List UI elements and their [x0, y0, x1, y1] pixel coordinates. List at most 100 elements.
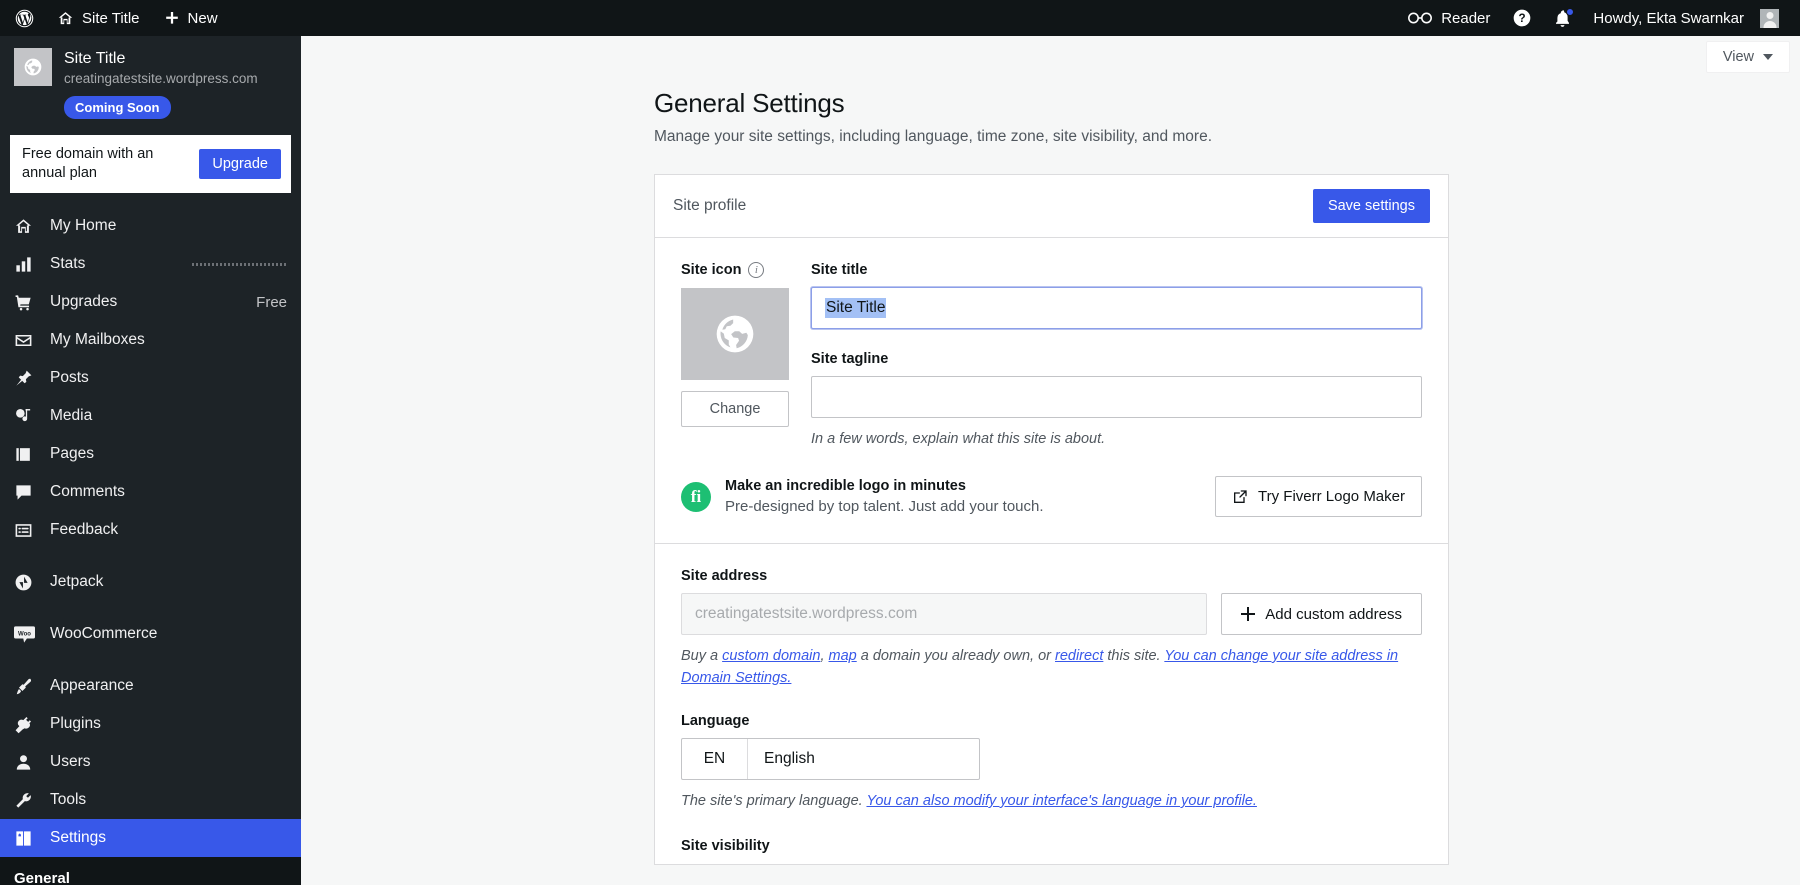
masterbar-new-button[interactable]: New [152, 0, 230, 36]
page-subtitle: Manage your site settings, including lan… [654, 128, 1800, 146]
menu-divider [0, 653, 301, 667]
sidebar-item-my-home[interactable]: My Home [0, 207, 301, 245]
view-dropdown-button[interactable]: View [1706, 41, 1790, 73]
settings-page: General Settings Manage your site settin… [301, 36, 1800, 865]
sidebar-item-settings[interactable]: Settings [0, 819, 301, 857]
masterbar-right: Reader ? Howdy, Ekta [1396, 0, 1800, 36]
jetpack-icon [14, 573, 42, 592]
feedback-icon [14, 521, 42, 540]
try-fiverr-logo-maker-button[interactable]: Try Fiverr Logo Maker [1215, 476, 1422, 517]
site-tagline-input[interactable] [811, 376, 1422, 418]
profile-language-link[interactable]: You can also modify your interface's lan… [866, 793, 1256, 809]
help-text-part: , [820, 648, 828, 664]
language-selector[interactable]: EN English [681, 738, 980, 780]
next-section-partial-heading: Site visibility [681, 812, 1422, 854]
home-icon [14, 217, 42, 236]
globe-icon [713, 312, 757, 356]
map-domain-link[interactable]: map [829, 648, 857, 664]
site-address-label: Site address [681, 568, 1422, 584]
sidebar-item-woocommerce[interactable]: Woo WooCommerce [0, 615, 301, 653]
user-icon [14, 753, 42, 772]
wrench-icon [14, 791, 42, 810]
change-site-icon-button[interactable]: Change [681, 391, 789, 427]
site-icon-preview[interactable] [681, 288, 789, 380]
help-button[interactable]: ? [1501, 0, 1543, 36]
pages-icon [14, 445, 42, 464]
menu-divider [0, 601, 301, 615]
site-title-input[interactable]: Site Title [811, 287, 1422, 329]
card-body: Site icon i Change Site title [655, 238, 1448, 864]
plus-icon [1241, 607, 1255, 621]
masterbar-new-label: New [188, 10, 218, 27]
media-icon [14, 407, 42, 426]
sidebar-site-name: Site Title [64, 49, 258, 69]
sidebar-item-label: WooCommerce [50, 625, 157, 643]
site-address-row: creatingatestsite.wordpress.com Add cust… [681, 593, 1422, 635]
upgrade-button[interactable]: Upgrade [199, 149, 281, 179]
info-icon[interactable]: i [748, 262, 764, 278]
card-header: Site profile Save settings [655, 175, 1448, 238]
globe-icon [23, 57, 43, 77]
sidebar-item-label: Stats [50, 255, 85, 273]
avatar [1760, 9, 1779, 28]
wordpress-logo-icon [14, 8, 35, 29]
site-title-value: Site Title [825, 298, 886, 318]
sidebar-item-plugins[interactable]: Plugins [0, 705, 301, 743]
add-custom-address-label: Add custom address [1265, 606, 1402, 623]
fiverr-logo-icon: fi [681, 482, 711, 512]
site-thumbnail[interactable] [14, 48, 52, 86]
external-link-icon [1232, 489, 1248, 505]
sidebar-item-label: Jetpack [50, 573, 103, 591]
settings-submenu: General Writing [0, 857, 301, 885]
sidebar-item-feedback[interactable]: Feedback [0, 511, 301, 549]
add-custom-address-button[interactable]: Add custom address [1221, 593, 1422, 635]
sidebar-item-my-mailboxes[interactable]: My Mailboxes [0, 321, 301, 359]
masterbar-site-title-button[interactable]: Site Title [45, 0, 152, 36]
sidebar-item-media[interactable]: Media [0, 397, 301, 435]
masterbar-site-title-label: Site Title [82, 10, 140, 27]
language-section: Language EN English The site's primary l… [681, 689, 1422, 812]
sidebar-item-pages[interactable]: Pages [0, 435, 301, 473]
sidebar-item-stats[interactable]: Stats [0, 245, 301, 283]
sidebar-item-appearance[interactable]: Appearance [0, 667, 301, 705]
svg-text:?: ? [1519, 12, 1526, 25]
sidebar-item-badge: Free [256, 294, 287, 311]
reader-label: Reader [1441, 10, 1490, 27]
language-help: The site's primary language. You can als… [681, 790, 1422, 812]
sidebar-item-posts[interactable]: Posts [0, 359, 301, 397]
reader-button[interactable]: Reader [1396, 0, 1501, 36]
sidebar-item-label: Posts [50, 369, 89, 387]
save-settings-button[interactable]: Save settings [1313, 189, 1430, 223]
promo-text: Make an incredible logo in minutes Pre-d… [725, 478, 1044, 515]
app-root: Site Title New [0, 0, 1800, 885]
stats-icon [14, 255, 42, 274]
sidebar-item-tools[interactable]: Tools [0, 781, 301, 819]
account-button[interactable]: Howdy, Ekta Swarnkar [1582, 0, 1790, 36]
submenu-item-general[interactable]: General [0, 863, 301, 885]
sidebar-item-label: My Home [50, 217, 116, 235]
howdy-label: Howdy, Ekta Swarnkar [1593, 10, 1752, 27]
redirect-link[interactable]: redirect [1055, 648, 1103, 664]
sidebar-item-comments[interactable]: Comments [0, 473, 301, 511]
sidebar-site-card[interactable]: Site Title creatingatestsite.wordpress.c… [0, 36, 301, 119]
sidebar-item-upgrades[interactable]: Upgrades Free [0, 283, 301, 321]
site-icon-column: Site icon i Change [681, 262, 789, 450]
custom-domain-link[interactable]: custom domain [722, 648, 820, 664]
sidebar-item-label: My Mailboxes [50, 331, 145, 349]
upgrade-banner: Free domain with an annual plan Upgrade [10, 135, 291, 193]
bell-icon [1554, 9, 1571, 28]
help-text-part: a domain you already own, or [857, 648, 1055, 664]
site-fields-column: Site title Site Title Site tagline In a … [811, 262, 1422, 450]
status-badge[interactable]: Coming Soon [64, 96, 171, 119]
promo-subtitle: Pre-designed by top talent. Just add you… [725, 498, 1044, 515]
promo-button-label: Try Fiverr Logo Maker [1258, 488, 1405, 505]
sidebar-item-jetpack[interactable]: Jetpack [0, 563, 301, 601]
stats-sparkline [192, 263, 287, 266]
sidebar-item-users[interactable]: Users [0, 743, 301, 781]
main-content: View General Settings Manage your site s… [301, 36, 1800, 885]
menu-divider [0, 549, 301, 563]
notifications-button[interactable] [1543, 0, 1582, 36]
wordpress-logo-button[interactable] [0, 0, 45, 36]
help-icon: ? [1512, 8, 1532, 28]
site-tagline-label: Site tagline [811, 351, 1422, 367]
